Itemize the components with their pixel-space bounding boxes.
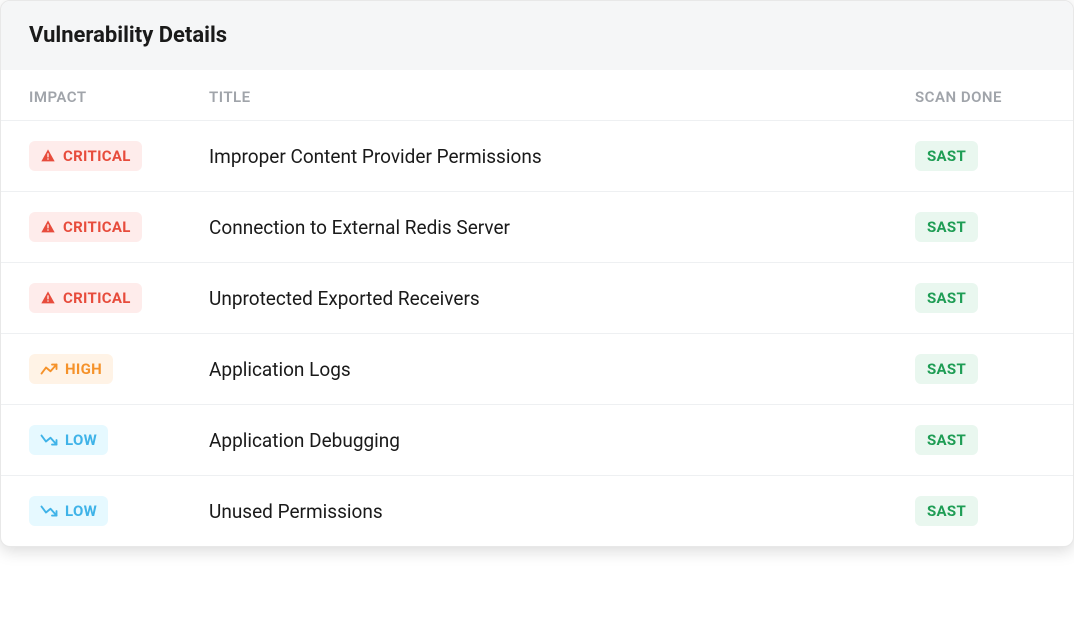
- cell-title: Unprotected Exported Receivers: [209, 287, 915, 310]
- cell-scan: SAST: [915, 212, 1045, 242]
- scan-badge: SAST: [915, 354, 978, 384]
- rows-container: CRITICAL Improper Content Provider Permis…: [1, 120, 1073, 546]
- vulnerability-title: Application Debugging: [209, 429, 400, 452]
- table-row[interactable]: LOW Unused Permissions SAST: [1, 475, 1073, 546]
- column-header-impact: IMPACT: [29, 88, 209, 106]
- warning-triangle-icon: [40, 148, 56, 164]
- trend-down-icon: [40, 504, 58, 518]
- cell-title: Connection to External Redis Server: [209, 216, 915, 239]
- vulnerability-title: Unused Permissions: [209, 500, 383, 523]
- cell-title: Application Debugging: [209, 429, 915, 452]
- warning-triangle-icon: [40, 219, 56, 235]
- table-row[interactable]: CRITICAL Improper Content Provider Permis…: [1, 120, 1073, 191]
- table-header: IMPACT TITLE SCAN DONE: [1, 70, 1073, 120]
- panel-header: Vulnerability Details: [1, 1, 1073, 70]
- vulnerability-title: Improper Content Provider Permissions: [209, 145, 542, 168]
- severity-badge-high: HIGH: [29, 354, 113, 384]
- severity-label: CRITICAL: [63, 218, 131, 236]
- severity-badge-critical: CRITICAL: [29, 141, 142, 171]
- cell-title: Unused Permissions: [209, 500, 915, 523]
- scan-badge: SAST: [915, 212, 978, 242]
- cell-scan: SAST: [915, 354, 1045, 384]
- scan-badge: SAST: [915, 141, 978, 171]
- vulnerability-title: Application Logs: [209, 358, 351, 381]
- vulnerability-title: Unprotected Exported Receivers: [209, 287, 480, 310]
- severity-label: CRITICAL: [63, 289, 131, 307]
- severity-label: LOW: [65, 431, 97, 449]
- severity-badge-critical: CRITICAL: [29, 283, 142, 313]
- cell-scan: SAST: [915, 141, 1045, 171]
- cell-impact: LOW: [29, 496, 209, 526]
- severity-label: HIGH: [65, 360, 102, 378]
- cell-impact: CRITICAL: [29, 212, 209, 242]
- cell-scan: SAST: [915, 425, 1045, 455]
- scan-badge: SAST: [915, 283, 978, 313]
- severity-badge-low: LOW: [29, 425, 108, 455]
- cell-title: Application Logs: [209, 358, 915, 381]
- scan-badge: SAST: [915, 496, 978, 526]
- column-header-title: TITLE: [209, 88, 915, 106]
- cell-title: Improper Content Provider Permissions: [209, 145, 915, 168]
- table-row[interactable]: CRITICAL Connection to External Redis Ser…: [1, 191, 1073, 262]
- column-header-scan: SCAN DONE: [915, 88, 1045, 106]
- trend-down-icon: [40, 433, 58, 447]
- panel-title: Vulnerability Details: [29, 23, 1045, 48]
- cell-impact: HIGH: [29, 354, 209, 384]
- cell-impact: CRITICAL: [29, 141, 209, 171]
- severity-label: LOW: [65, 502, 97, 520]
- trend-up-icon: [40, 362, 58, 376]
- vulnerability-title: Connection to External Redis Server: [209, 216, 510, 239]
- cell-impact: CRITICAL: [29, 283, 209, 313]
- table-row[interactable]: LOW Application Debugging SAST: [1, 404, 1073, 475]
- table-row[interactable]: CRITICAL Unprotected Exported Receivers SA…: [1, 262, 1073, 333]
- severity-label: CRITICAL: [63, 147, 131, 165]
- cell-impact: LOW: [29, 425, 209, 455]
- cell-scan: SAST: [915, 283, 1045, 313]
- scan-badge: SAST: [915, 425, 978, 455]
- severity-badge-critical: CRITICAL: [29, 212, 142, 242]
- vulnerability-details-panel: Vulnerability Details IMPACT TITLE SCAN …: [0, 0, 1074, 547]
- severity-badge-low: LOW: [29, 496, 108, 526]
- table-row[interactable]: HIGH Application Logs SAST: [1, 333, 1073, 404]
- warning-triangle-icon: [40, 290, 56, 306]
- cell-scan: SAST: [915, 496, 1045, 526]
